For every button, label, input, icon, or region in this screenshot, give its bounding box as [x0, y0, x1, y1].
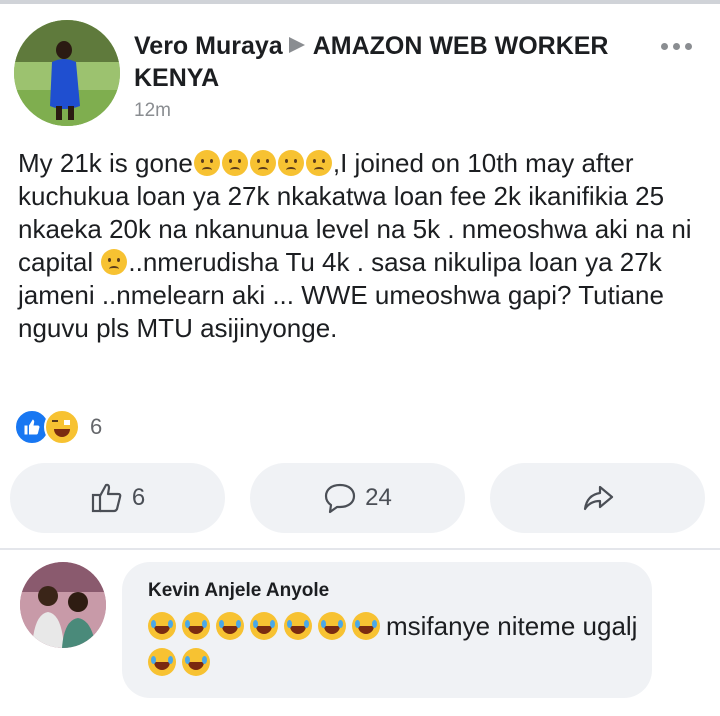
- post-timestamp[interactable]: 12m: [134, 100, 171, 122]
- author-avatar[interactable]: [14, 20, 120, 126]
- loudly-crying-emoji-icon: [101, 249, 128, 275]
- tears-of-joy-emoji-icon: [318, 612, 346, 640]
- commenter-avatar[interactable]: [20, 562, 106, 648]
- author-name[interactable]: Vero Muraya: [134, 32, 283, 60]
- tears-of-joy-emoji-icon: [216, 612, 244, 640]
- more-options-button[interactable]: [656, 36, 696, 56]
- fearful-emoji-icon: [277, 150, 304, 176]
- tears-of-joy-emoji-icon: [148, 612, 176, 640]
- comment-button[interactable]: 24: [250, 463, 465, 533]
- comment-bubble[interactable]: Kevin Anjele Anyole msifanye niteme ugal…: [122, 562, 652, 698]
- tears-of-joy-emoji-icon: [182, 648, 210, 676]
- share-arrow-icon: [583, 485, 613, 511]
- reaction-count: 6: [90, 414, 103, 439]
- haha-reaction-icon: [44, 409, 80, 445]
- commenter-avatar-image: [20, 562, 106, 648]
- top-border: [0, 0, 720, 4]
- tears-of-joy-emoji-icon: [250, 612, 278, 640]
- crying-emoji-icon: [305, 150, 332, 176]
- tears-of-joy-emoji-icon: [148, 648, 176, 676]
- section-divider: [0, 548, 720, 550]
- share-button[interactable]: [490, 463, 705, 533]
- tears-of-joy-emoji-icon: [182, 612, 210, 640]
- arrow-right-icon: [288, 37, 305, 53]
- post-body-text: My 21k is gone ,I joined on 10th may afte…: [18, 148, 692, 343]
- commenter-name[interactable]: Kevin Anjele Anyole: [148, 580, 329, 602]
- sweat-emoji-icon: [249, 150, 276, 176]
- thumbs-up-icon: [91, 483, 122, 513]
- tears-of-joy-emoji-icon: [352, 612, 380, 640]
- like-button[interactable]: 6: [10, 463, 225, 533]
- author-avatar-image: [14, 20, 120, 126]
- like-count: 6: [131, 484, 146, 511]
- reactions-summary[interactable]: 6: [14, 409, 103, 445]
- comment-text: msifanye niteme ugalj: [148, 608, 643, 680]
- sad-emoji-icon: [193, 150, 220, 176]
- tears-of-joy-emoji-icon: [284, 612, 312, 640]
- worried-emoji-icon: [221, 150, 248, 176]
- post-header-title: Vero Muraya AMAZON WEB WORKER KENYA: [134, 30, 634, 94]
- more-dots-icon: [660, 42, 668, 50]
- comment-bubble-icon: [325, 483, 356, 514]
- comment-count: 24: [365, 484, 392, 511]
